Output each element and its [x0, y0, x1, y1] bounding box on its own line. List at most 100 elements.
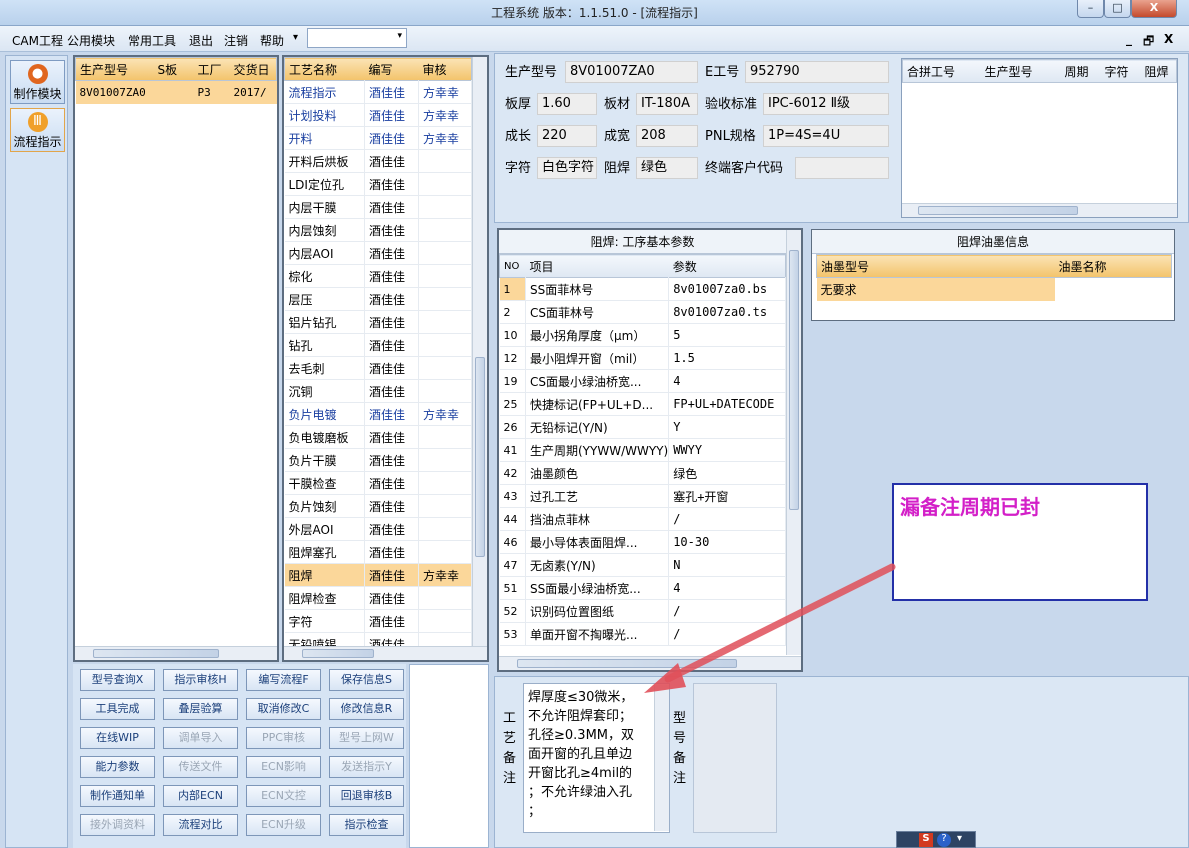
table-row[interactable]: 字符 酒佳佳: [284, 609, 472, 633]
col-merge-cycle[interactable]: 周期: [1061, 60, 1101, 83]
table-row[interactable]: 计划投料 酒佳佳 方幸幸: [284, 103, 472, 127]
action-button[interactable]: 保存信息S: [329, 669, 404, 691]
close-button[interactable]: X: [1131, 0, 1177, 18]
menu-logout[interactable]: 注销: [224, 32, 248, 49]
col-author[interactable]: 编写: [365, 58, 419, 81]
action-button[interactable]: 接外调资料: [80, 814, 155, 836]
thickness-field[interactable]: 1.60: [537, 93, 597, 115]
col-item[interactable]: 项目: [526, 255, 669, 278]
col-ink-model[interactable]: 油墨型号: [817, 255, 1055, 278]
col-process[interactable]: 工艺名称: [285, 58, 365, 81]
action-button[interactable]: 型号查询X: [80, 669, 155, 691]
merge-hscroll[interactable]: [902, 203, 1177, 217]
action-button[interactable]: 指示检查: [329, 814, 404, 836]
action-button[interactable]: ECN文控: [246, 785, 321, 807]
char-field[interactable]: 白色字符: [537, 157, 597, 179]
table-row[interactable]: 棕化 酒佳佳: [284, 264, 472, 288]
action-button[interactable]: 修改信息R: [329, 698, 404, 720]
table-row[interactable]: 42 油墨颜色 绿色: [499, 461, 786, 485]
col-merge-mask[interactable]: 阻焊: [1141, 60, 1177, 83]
standard-field[interactable]: IPC-6012 Ⅱ级: [763, 93, 889, 115]
action-button[interactable]: 取消修改C: [246, 698, 321, 720]
col-merge-char[interactable]: 字符: [1101, 60, 1141, 83]
action-button[interactable]: ECN升级: [246, 814, 321, 836]
customer-field[interactable]: [795, 157, 889, 179]
process-note-textarea[interactable]: 焊厚度≤30微米， 不允许阻焊套印； 孔径≥0.3MM，双 面开窗的孔且单边 开窗比孔≥…: [523, 683, 670, 833]
eno-field[interactable]: 952790: [745, 61, 889, 83]
table-row[interactable]: 内层干膜 酒佳佳: [284, 195, 472, 219]
table-row[interactable]: 去毛刺 酒佳佳: [284, 356, 472, 380]
table-row[interactable]: 开料 酒佳佳 方幸幸: [284, 126, 472, 150]
col-ink-name[interactable]: 油墨名称: [1055, 255, 1172, 278]
model-note-textarea[interactable]: [693, 683, 777, 833]
table-row[interactable]: 钻孔 酒佳佳: [284, 333, 472, 357]
table-row[interactable]: 流程指示 酒佳佳 方幸幸: [284, 80, 472, 104]
minimize-button[interactable]: –: [1077, 0, 1104, 18]
table-row[interactable]: 8V01007ZA0 P3 2017/: [75, 80, 277, 104]
scroll-thumb[interactable]: [918, 206, 1078, 215]
table-row[interactable]: 12 最小阻焊开窗（mil） 1.5: [499, 346, 786, 370]
action-button[interactable]: 传送文件: [163, 756, 238, 778]
table-row[interactable]: 负电镀磨板 酒佳佳: [284, 425, 472, 449]
width-field[interactable]: 208: [636, 125, 698, 147]
menu-public[interactable]: 公用模块: [67, 32, 115, 49]
action-button[interactable]: 调单导入: [163, 727, 238, 749]
menu-help[interactable]: 帮助: [260, 32, 284, 49]
col-merge-no[interactable]: 合拼工号: [903, 60, 981, 83]
action-button[interactable]: PPC审核: [246, 727, 321, 749]
action-button[interactable]: 流程对比: [163, 814, 238, 836]
table-row[interactable]: 沉铜 酒佳佳: [284, 379, 472, 403]
table-row[interactable]: 内层AOI 酒佳佳: [284, 241, 472, 265]
process-hscroll[interactable]: [284, 646, 487, 660]
action-button[interactable]: 能力参数: [80, 756, 155, 778]
action-button[interactable]: ECN影响: [246, 756, 321, 778]
action-button[interactable]: 叠层验算: [163, 698, 238, 720]
table-row[interactable]: 负片干膜 酒佳佳: [284, 448, 472, 472]
action-button[interactable]: 工具完成: [80, 698, 155, 720]
length-field[interactable]: 220: [537, 125, 597, 147]
table-row[interactable]: 阻焊 酒佳佳 方幸幸: [284, 563, 472, 587]
table-row[interactable]: 46 最小导体表面阻焊... 10-30: [499, 530, 786, 554]
table-row[interactable]: 内层蚀刻 酒佳佳: [284, 218, 472, 242]
tray-menu-icon[interactable]: ▾: [957, 833, 962, 844]
action-button[interactable]: 内部ECN: [163, 785, 238, 807]
table-row[interactable]: 阻焊检查 酒佳佳: [284, 586, 472, 610]
col-param[interactable]: 参数: [669, 255, 786, 278]
table-row[interactable]: 负片电镀 酒佳佳 方幸幸: [284, 402, 472, 426]
col-s[interactable]: S板: [154, 58, 194, 81]
table-row[interactable]: 26 无铅标记(Y/N) Y: [499, 415, 786, 439]
mdi-restore-icon[interactable]: 🗗: [1143, 32, 1154, 53]
notes-vscroll[interactable]: [654, 685, 669, 831]
action-button[interactable]: 回退审核B: [329, 785, 404, 807]
menu-tools[interactable]: 常用工具: [128, 32, 176, 49]
col-factory[interactable]: 工厂: [194, 58, 230, 81]
col-no[interactable]: NO: [500, 255, 526, 278]
table-row[interactable]: LDI定位孔 酒佳佳: [284, 172, 472, 196]
table-row[interactable]: 铝片钻孔 酒佳佳: [284, 310, 472, 334]
col-date[interactable]: 交货日: [230, 58, 277, 81]
table-row[interactable]: 干膜检查 酒佳佳: [284, 471, 472, 495]
scroll-thumb[interactable]: [93, 649, 219, 658]
maximize-button[interactable]: □: [1104, 0, 1131, 18]
table-row[interactable]: 10 最小拐角厚度（μm） 5: [499, 323, 786, 347]
table-row[interactable]: 1 SS面菲林号 8v01007za0.bs: [499, 277, 786, 301]
mdi-close-icon[interactable]: X: [1164, 32, 1173, 46]
table-row[interactable]: 2 CS面菲林号 8v01007za0.ts: [499, 300, 786, 324]
ime-icon[interactable]: S: [919, 833, 933, 847]
col-review[interactable]: 审核: [419, 58, 472, 81]
table-row[interactable]: 43 过孔工艺 塞孔+开窗: [499, 484, 786, 508]
table-row[interactable]: 44 挡油点菲林 /: [499, 507, 786, 531]
table-row[interactable]: 19 CS面最小绿油桥宽... 4: [499, 369, 786, 393]
menu-exit[interactable]: 退出: [189, 32, 213, 49]
sidebar-item-flow[interactable]: Ⅲ 流程指示: [10, 108, 65, 152]
action-button[interactable]: 发送指示Y: [329, 756, 404, 778]
table-row[interactable]: 41 生产周期(YYWW/WWYY) WWYY: [499, 438, 786, 462]
scroll-thumb[interactable]: [302, 649, 374, 658]
model-field[interactable]: 8V01007ZA0: [565, 61, 698, 83]
table-row[interactable]: 层压 酒佳佳: [284, 287, 472, 311]
menu-combo[interactable]: ▾: [307, 28, 407, 48]
material-field[interactable]: IT-180A: [636, 93, 698, 115]
table-row[interactable]: 负片蚀刻 酒佳佳: [284, 494, 472, 518]
help-icon[interactable]: ?: [937, 833, 951, 847]
mdi-minimize-icon[interactable]: _: [1126, 32, 1132, 46]
